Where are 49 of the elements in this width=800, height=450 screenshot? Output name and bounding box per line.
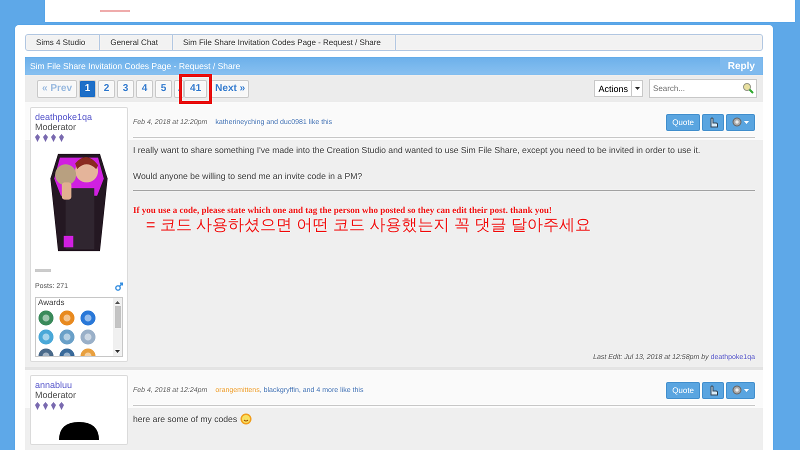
page-link[interactable]: 5	[155, 80, 172, 98]
post-text: I really want to share something I've made into the Creation Studio and wanted to use Sim File Share, except you need to be invited in order to use it.	[133, 145, 702, 155]
hand-icon	[708, 384, 718, 396]
hand-icon	[708, 116, 718, 128]
award-icon	[38, 310, 54, 326]
page-link[interactable]: 2	[98, 80, 116, 98]
like-button[interactable]	[702, 382, 724, 398]
award-icon	[38, 328, 54, 345]
quote-button[interactable]: Quote	[666, 114, 700, 130]
page-link[interactable]: 4	[136, 80, 154, 98]
page-link[interactable]: 3	[117, 80, 134, 98]
actions-button[interactable]: Actions	[594, 80, 643, 97]
author-link[interactable]: deathpoke1qa	[35, 112, 123, 122]
next-page-link[interactable]: Next »	[211, 80, 250, 98]
caret-icon	[634, 87, 640, 90]
scroll-down-icon[interactable]	[115, 350, 120, 353]
gear-icon	[732, 117, 742, 127]
male-icon	[115, 282, 123, 291]
page-link[interactable]: 41	[184, 80, 208, 98]
author-link[interactable]: annabluu	[35, 380, 123, 390]
stars-icon	[35, 268, 51, 272]
search-field[interactable]: Search...	[649, 79, 757, 98]
award-icon	[59, 310, 75, 326]
like-button[interactable]	[702, 114, 724, 130]
options-button[interactable]	[726, 382, 755, 398]
caret-icon	[744, 120, 749, 124]
award-icon	[80, 328, 96, 345]
award-icon	[59, 328, 75, 345]
reply-button[interactable]: Reply	[720, 57, 763, 75]
user-role: Moderator	[35, 390, 78, 400]
smiley-icon	[240, 413, 252, 425]
post-text: here are some of my codes	[133, 414, 238, 424]
quote-button[interactable]: Quote	[666, 382, 700, 398]
breadcrumb-link[interactable]: Sims 4 Studio	[26, 35, 100, 50]
options-button[interactable]	[726, 114, 755, 130]
thread-title: Sim File Share Invitation Codes Page - Request / Share	[30, 61, 240, 71]
breadcrumb-link[interactable]: Sim File Share Invitation Codes Page - Request / Share	[172, 35, 396, 50]
scrollbar[interactable]	[113, 298, 122, 356]
notice-text: = 코드 사용하셨으면 어떤 코드 사용했는지 꼭 댓글 달아주세요	[146, 216, 592, 236]
awards-title: Awards	[38, 298, 66, 307]
user-role: Moderator	[35, 122, 78, 132]
search-icon[interactable]	[742, 82, 754, 94]
breadcrumb-link[interactable]: General Chat	[100, 35, 173, 50]
gear-icon	[732, 385, 742, 395]
caret-icon	[744, 388, 749, 392]
page-link[interactable]: 1	[79, 80, 96, 98]
notice-text: If you use a code, please state which one and tag the person who posted so they can edit their post. thank you!	[133, 205, 553, 215]
post-text: Would anyone be willing to send me an invite code in a PM?	[133, 171, 364, 181]
award-icon	[80, 310, 96, 326]
